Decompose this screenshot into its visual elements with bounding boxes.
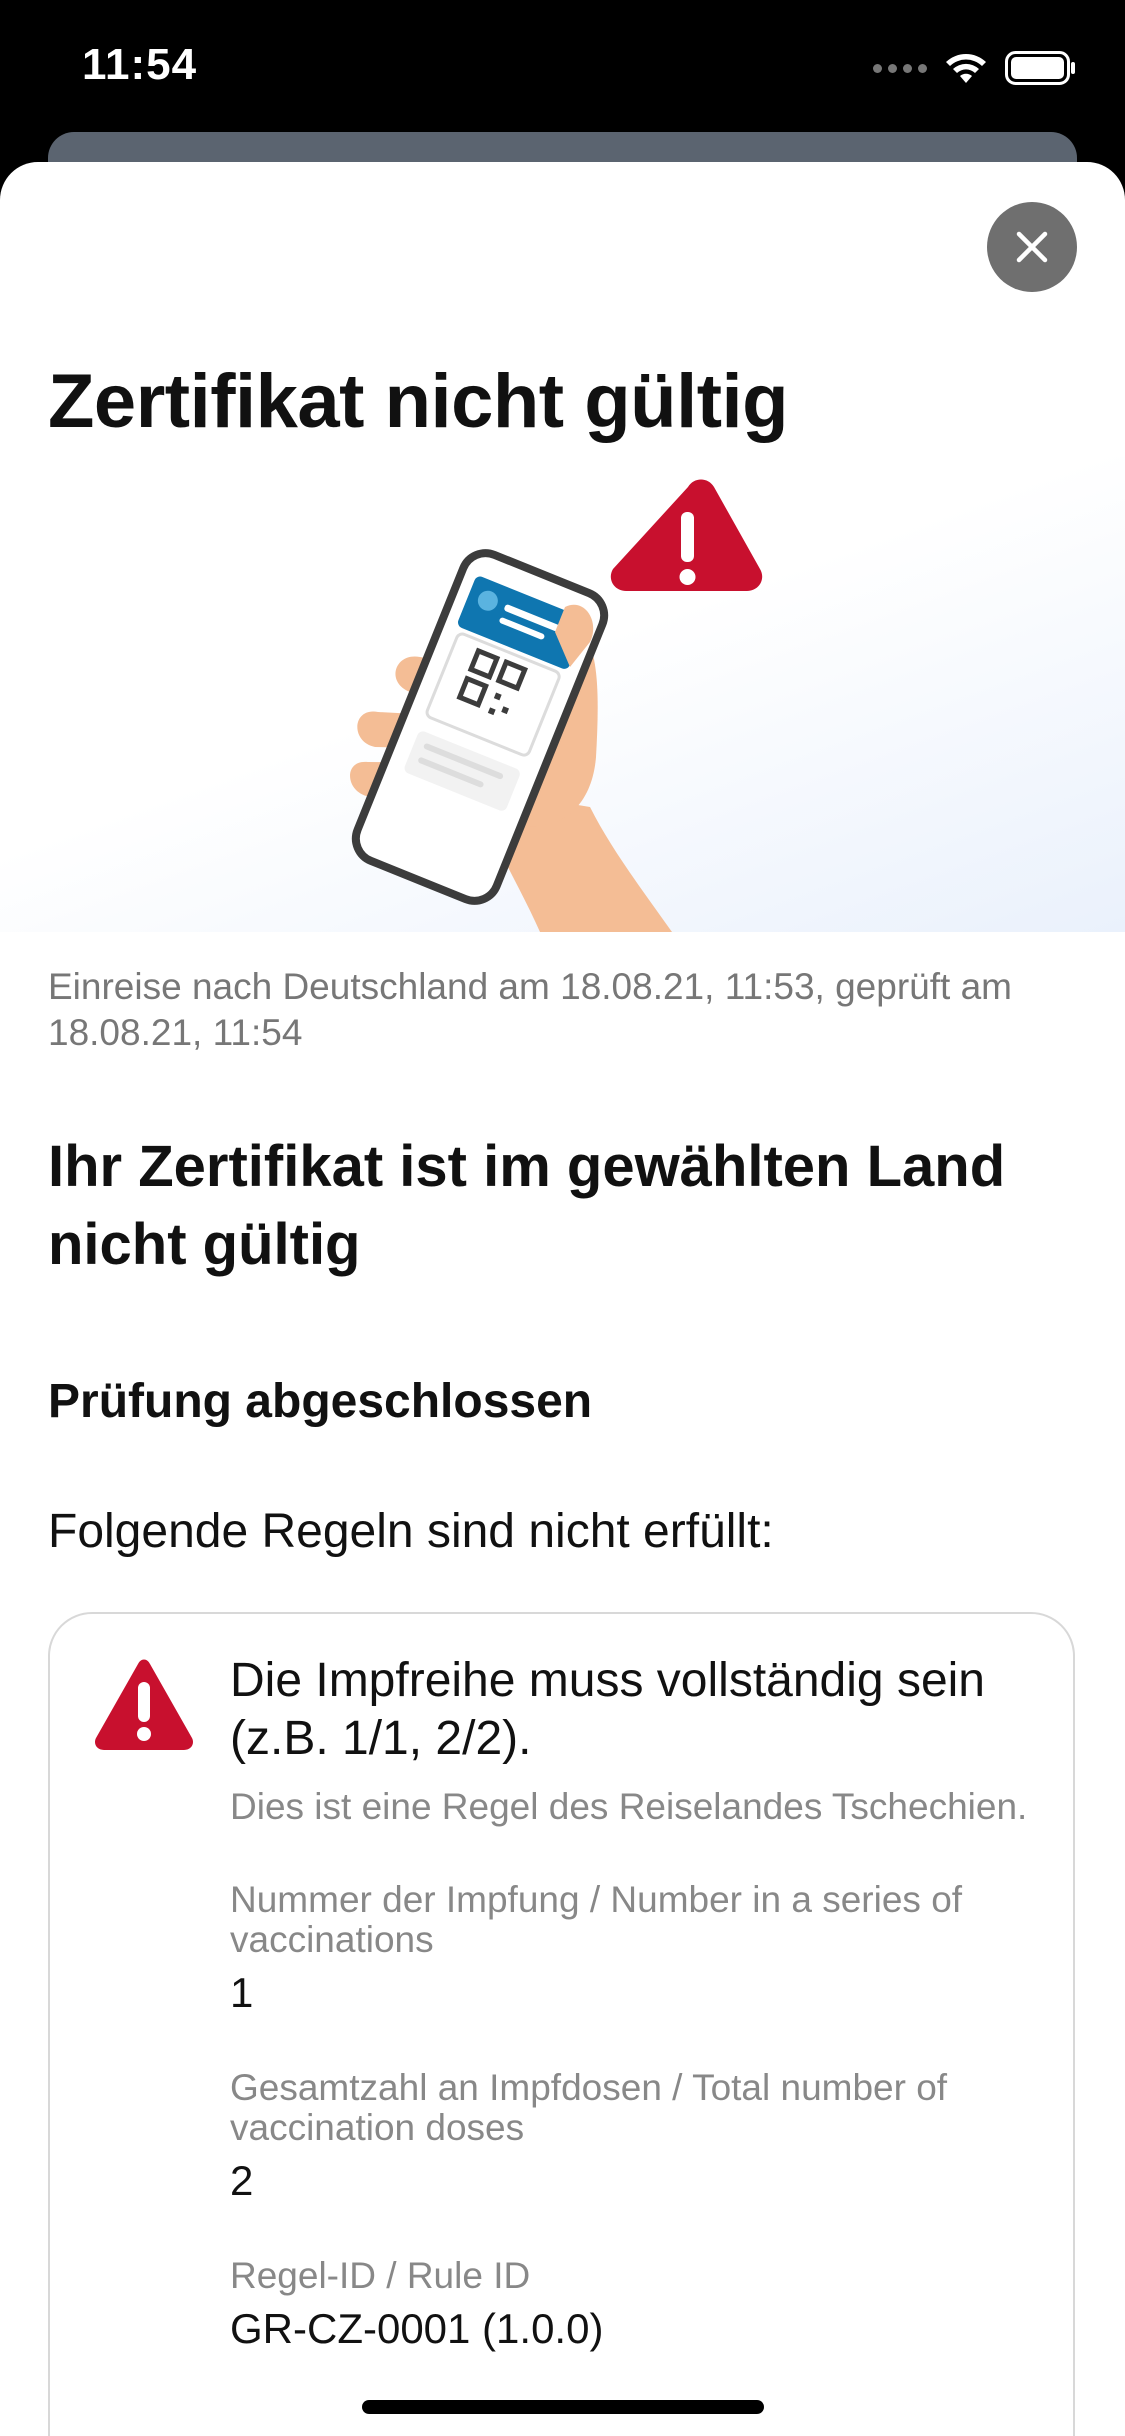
rule-field-total-doses: Gesamtzahl an Impfdosen / Total number o… <box>230 2068 1030 2206</box>
field-label: Nummer der Impfung / Number in a series … <box>230 1879 963 1960</box>
cellular-signal-icon <box>873 63 927 73</box>
battery-icon <box>1005 51 1075 85</box>
field-label: Regel-ID / Rule ID <box>230 2255 531 2296</box>
home-indicator[interactable] <box>362 2400 764 2414</box>
field-value: 2 <box>230 2157 254 2204</box>
phone-warning-illustration <box>350 479 763 932</box>
rule-title: Die Impfreihe muss vollständig sein (z.B… <box>230 1654 985 1765</box>
close-button[interactable] <box>987 202 1077 292</box>
check-status-heading: Prüfung abgeschlossen <box>48 1375 593 1428</box>
status-time: 11:54 <box>82 40 198 89</box>
close-icon <box>1016 231 1048 263</box>
wifi-icon <box>946 54 986 83</box>
field-label: Gesamtzahl an Impfdosen / Total number o… <box>230 2067 948 2148</box>
status-icons <box>873 48 1077 88</box>
failed-rules-intro: Folgende Regeln sind nicht erfüllt: <box>48 1505 774 1558</box>
field-value: GR-CZ-0001 (1.0.0) <box>230 2305 604 2352</box>
status-bar: 11:54 <box>0 0 1125 140</box>
warning-triangle-icon <box>94 1659 194 1750</box>
result-sheet: Zertifikat nicht gültig Einreise nach De… <box>0 162 1125 2436</box>
failed-rule-card: Die Impfreihe muss vollständig sein (z.B… <box>48 1612 1075 2436</box>
check-timestamp-text: Einreise nach Deutschland am 18.08.21, 1… <box>48 966 1012 1053</box>
page-title: Zertifikat nicht gültig <box>48 359 789 444</box>
screen: 11:54 Zertifikat nicht gültig Einreise n… <box>0 0 1125 2436</box>
field-value: 1 <box>230 1969 254 2016</box>
hero-illustration <box>0 457 1125 932</box>
result-heading: Ihr Zertifikat ist im gewählten Land nic… <box>48 1134 1006 1277</box>
rule-source: Dies ist eine Regel des Reiselandes Tsch… <box>230 1786 1028 1827</box>
rule-field-dose-number: Nummer der Impfung / Number in a series … <box>230 1880 1030 2018</box>
rule-details: Die Impfreihe muss vollständig sein (z.B… <box>230 1652 1030 2354</box>
rule-field-rule-id: Regel-ID / Rule ID GR-CZ-0001 (1.0.0) <box>230 2256 1030 2354</box>
